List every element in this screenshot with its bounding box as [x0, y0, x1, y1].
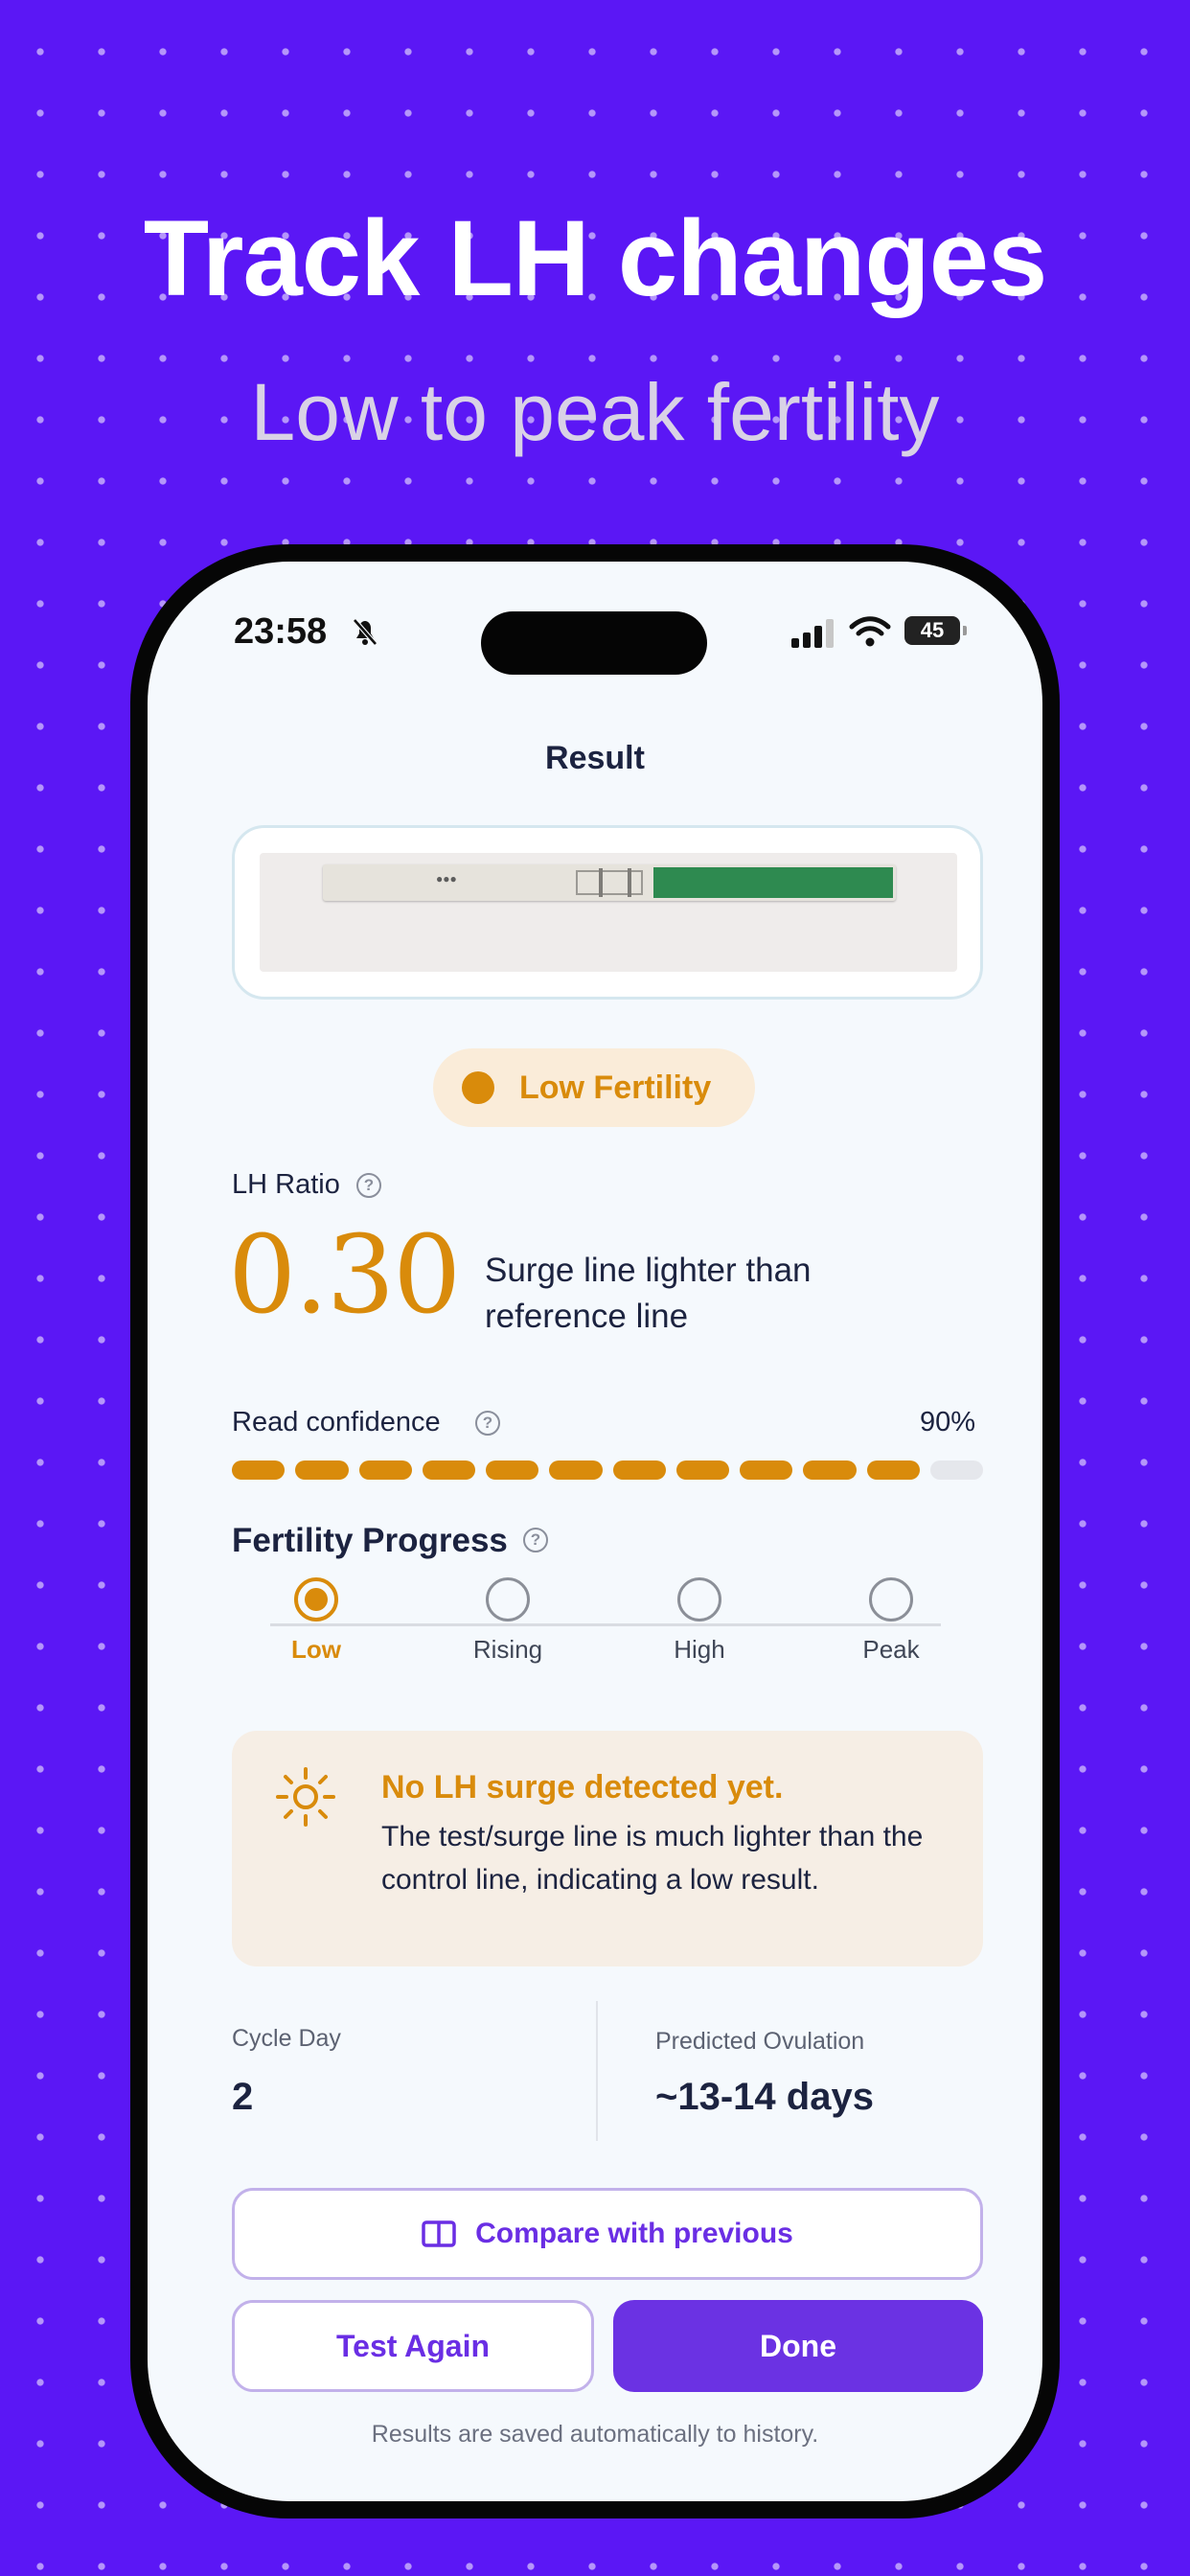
status-dot-icon — [462, 1071, 494, 1104]
predicted-ovulation-label: Predicted Ovulation — [655, 2028, 865, 2055]
confidence-segment-filled — [803, 1460, 857, 1480]
dynamic-island — [481, 611, 707, 675]
progress-step-peak: Peak — [834, 1577, 949, 1665]
strip-band — [628, 868, 631, 897]
lh-ratio-value: 0.30 — [228, 1213, 461, 1338]
sun-icon — [276, 1767, 335, 1827]
promo-headline: Track LH changes — [143, 198, 1048, 318]
promo-subheadline: Low to peak fertility — [250, 367, 940, 457]
confidence-segment-filled — [422, 1460, 475, 1480]
fertility-status-label: Low Fertility — [519, 1070, 712, 1106]
confidence-segment-filled — [549, 1460, 603, 1480]
compare-button-label: Compare with previous — [475, 2218, 793, 2249]
step-label: High — [674, 1635, 725, 1664]
alert-body: The test/surge line is much lighter than… — [381, 1821, 924, 1896]
phone-frame: 23:58 45 Result ●●● Low Fertility LH Rat… — [130, 544, 1060, 2518]
progress-step-low: Low — [259, 1577, 374, 1665]
confidence-segment-filled — [866, 1460, 920, 1480]
strip-handle — [653, 867, 893, 898]
predicted-ovulation-value: ~13-14 days — [655, 2076, 874, 2118]
strip-logo-mark: ●●● — [436, 872, 457, 886]
progress-step-high: High — [642, 1577, 757, 1665]
book-open-icon — [422, 2220, 456, 2247]
phone-screen: 23:58 45 Result ●●● Low Fertility LH Rat… — [148, 562, 1042, 2501]
strip-result-window — [576, 870, 643, 895]
autosave-footnote: Results are saved automatically to histo… — [371, 2421, 819, 2448]
alert-title: No LH surge detected yet. — [381, 1769, 784, 1806]
step-marker-icon — [294, 1577, 338, 1622]
step-label: Low — [291, 1635, 341, 1664]
done-button[interactable]: Done — [613, 2300, 983, 2392]
screen-title: Result — [545, 740, 645, 776]
confidence-segment-filled — [486, 1460, 539, 1480]
read-confidence-help-icon[interactable]: ? — [475, 1411, 500, 1436]
test-strip-image: ●●● — [323, 864, 896, 901]
surge-alert-card: No LH surge detected yet. The test/surge… — [232, 1731, 983, 1966]
compare-with-previous-button[interactable]: Compare with previous — [232, 2188, 983, 2280]
status-time: 23:58 — [234, 611, 328, 652]
confidence-segment-filled — [612, 1460, 666, 1480]
confidence-segment-filled — [295, 1460, 349, 1480]
lh-ratio-help-icon[interactable]: ? — [356, 1173, 381, 1198]
confidence-segment-filled — [232, 1460, 286, 1480]
lh-ratio-description: Surge line lighter than reference line — [485, 1252, 812, 1335]
battery-icon: 45 — [904, 616, 967, 645]
lh-ratio-label: LH Ratio — [232, 1169, 340, 1200]
cellular-signal-icon — [791, 619, 834, 648]
fertility-progress-label: Fertility Progress — [232, 1522, 508, 1559]
fertility-status-badge: Low Fertility — [433, 1048, 755, 1127]
confidence-segment-filled — [675, 1460, 729, 1480]
confidence-segment-empty — [929, 1460, 983, 1480]
read-confidence-value: 90% — [919, 1407, 975, 1438]
test-strip-photo-card[interactable]: ●●● — [232, 825, 983, 1000]
fertility-progress-help-icon[interactable]: ? — [523, 1528, 548, 1552]
test-strip-photo: ●●● — [260, 853, 957, 972]
stats-divider — [596, 2001, 598, 2141]
read-confidence-label: Read confidence — [232, 1407, 441, 1438]
bell-slash-icon — [353, 618, 378, 646]
fertility-progress-stepper: Low Rising High Peak — [232, 1577, 983, 1692]
wifi-icon — [849, 616, 891, 647]
status-bar: 23:58 45 — [148, 562, 1042, 675]
step-marker-icon — [677, 1577, 721, 1622]
progress-step-rising: Rising — [450, 1577, 565, 1665]
strip-band — [599, 868, 603, 897]
cycle-day-label: Cycle Day — [232, 2025, 341, 2052]
step-label: Rising — [472, 1635, 543, 1664]
confidence-segment-filled — [740, 1460, 793, 1480]
step-marker-icon — [869, 1577, 913, 1622]
cycle-day-value: 2 — [232, 2076, 254, 2118]
confidence-segment-filled — [358, 1460, 412, 1480]
read-confidence-bar — [232, 1460, 983, 1480]
test-again-button[interactable]: Test Again — [232, 2300, 594, 2392]
step-label: Peak — [862, 1635, 920, 1664]
step-marker-icon — [486, 1577, 530, 1622]
